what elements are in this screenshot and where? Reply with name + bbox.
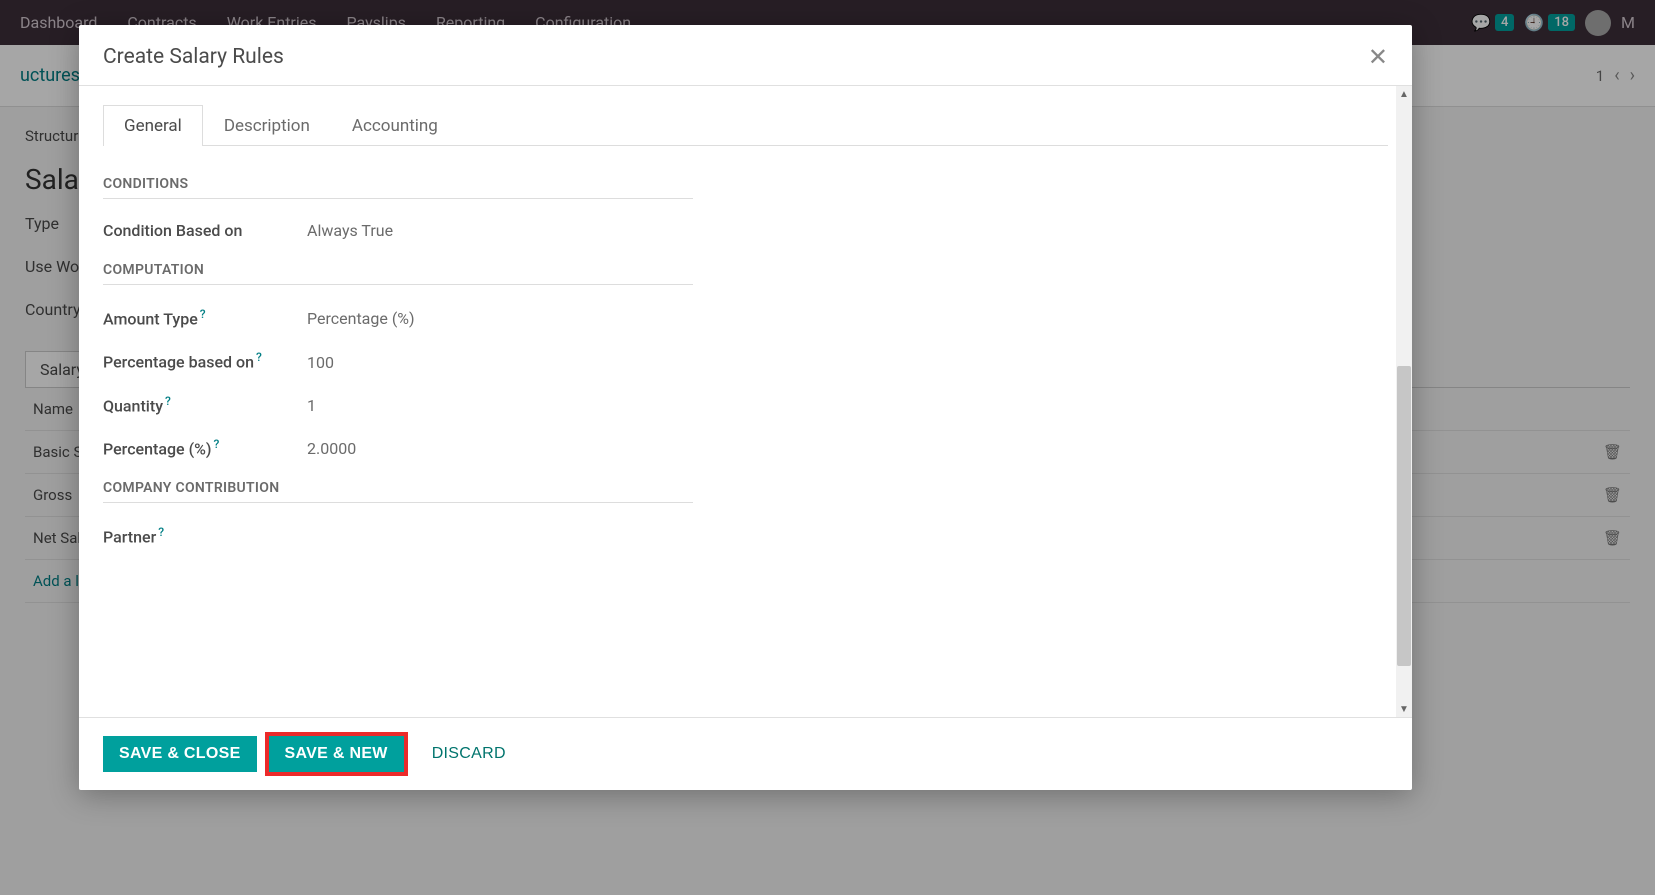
field-condition-based-on: Condition Based on Always True: [103, 221, 693, 240]
value-quantity[interactable]: 1: [307, 396, 316, 415]
help-icon[interactable]: ?: [165, 394, 171, 408]
close-icon[interactable]: ✕: [1368, 43, 1388, 71]
help-icon[interactable]: ?: [214, 437, 220, 451]
tab-general[interactable]: General: [103, 105, 203, 146]
scroll-down-arrow[interactable]: ▼: [1396, 701, 1412, 717]
modal-title: Create Salary Rules: [103, 45, 284, 69]
scroll-up-arrow[interactable]: ▲: [1396, 86, 1412, 102]
label-percentage-based-on: Percentage based on?: [103, 350, 307, 371]
modal-footer: SAVE & CLOSE SAVE & NEW DISCARD: [79, 717, 1412, 790]
modal-header: Create Salary Rules ✕: [79, 25, 1412, 86]
tab-accounting[interactable]: Accounting: [331, 105, 459, 146]
help-icon[interactable]: ?: [200, 307, 206, 321]
field-quantity: Quantity? 1: [103, 394, 693, 415]
field-amount-type: Amount Type? Percentage (%): [103, 307, 693, 328]
field-percentage: Percentage (%)? 2.0000: [103, 437, 693, 458]
section-company-contribution: COMPANY CONTRIBUTION: [103, 480, 693, 503]
help-icon[interactable]: ?: [256, 350, 262, 364]
field-percentage-based-on: Percentage based on? 100: [103, 350, 693, 371]
field-partner: Partner?: [103, 525, 693, 546]
label-amount-type: Amount Type?: [103, 307, 307, 328]
value-percentage-based-on[interactable]: 100: [307, 353, 334, 372]
discard-button[interactable]: DISCARD: [416, 736, 522, 772]
label-percentage: Percentage (%)?: [103, 437, 307, 458]
section-conditions: CONDITIONS: [103, 176, 693, 199]
help-icon[interactable]: ?: [158, 525, 164, 539]
save-close-button[interactable]: SAVE & CLOSE: [103, 736, 257, 772]
modal-body: General Description Accounting CONDITION…: [79, 86, 1412, 717]
modal-tabs: General Description Accounting: [103, 104, 1388, 146]
label-quantity: Quantity?: [103, 394, 307, 415]
save-new-button[interactable]: SAVE & NEW: [269, 736, 404, 772]
create-salary-rules-modal: Create Salary Rules ✕ General Descriptio…: [79, 25, 1412, 790]
scroll-thumb[interactable]: [1397, 366, 1411, 666]
label-condition-based-on: Condition Based on: [103, 221, 307, 240]
value-amount-type[interactable]: Percentage (%): [307, 309, 415, 328]
section-computation: COMPUTATION: [103, 262, 693, 285]
value-condition-based-on[interactable]: Always True: [307, 221, 393, 240]
scrollbar[interactable]: ▲ ▼: [1396, 86, 1412, 717]
tab-description[interactable]: Description: [203, 105, 331, 146]
label-partner: Partner?: [103, 525, 307, 546]
value-percentage[interactable]: 2.0000: [307, 439, 356, 458]
